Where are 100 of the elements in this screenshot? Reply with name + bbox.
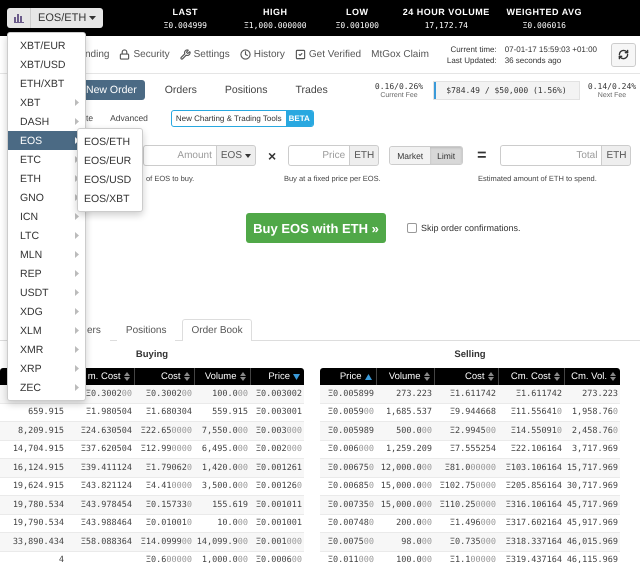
price-field[interactable]: Price xyxy=(288,145,350,166)
order-tab[interactable]: Positions xyxy=(216,80,276,100)
table-cell: Ξ0.007350 xyxy=(328,500,374,510)
menu-item[interactable]: XMR xyxy=(8,340,85,359)
table-cell: Ξ24.630504 xyxy=(80,426,132,436)
nav-link[interactable]: History xyxy=(240,49,285,60)
last-updated: 36 seconds ago xyxy=(504,56,562,64)
nav-link[interactable]: Security xyxy=(119,49,170,60)
last-updated-label: Last Updated: xyxy=(446,56,497,64)
menu-item[interactable]: XBT/USD xyxy=(8,55,85,74)
order-type-toggle[interactable]: Limit xyxy=(430,147,462,164)
checkbox[interactable] xyxy=(407,223,417,233)
unit-label: ETH xyxy=(349,145,380,166)
current-fee: 0.16/0.26% xyxy=(374,82,424,90)
caret-right-icon xyxy=(75,99,79,106)
stat-label: LAST xyxy=(172,6,198,16)
table-cell: Ξ1.611742 xyxy=(450,388,496,399)
table-cell: 10.000 xyxy=(217,518,248,528)
nav-link[interactable]: MtGox Claim xyxy=(371,49,429,60)
refresh-icon xyxy=(618,49,629,60)
table-cell: 14,704.915 xyxy=(12,444,64,454)
table-cell: 1,958.760 xyxy=(572,407,618,418)
table-cell: Ξ0.006750 xyxy=(328,462,374,473)
caret-right-icon xyxy=(75,365,79,372)
table-cell: 273.223 xyxy=(582,388,618,399)
clock-icon xyxy=(240,49,251,60)
order-type-toggle[interactable]: Market xyxy=(390,147,430,164)
menu-item[interactable]: XBT/EUR xyxy=(8,36,85,55)
stat-label: WEIGHTED AVG xyxy=(506,6,582,16)
menu-item[interactable]: ZEC xyxy=(8,378,85,397)
mode-link[interactable]: Advanced xyxy=(110,113,148,123)
table-cell: Ξ39.411124 xyxy=(80,462,132,473)
charting-tools-button[interactable]: New Charting & Trading Tools BETA xyxy=(170,110,314,126)
mode-link[interactable]: te xyxy=(86,113,94,123)
menu-item[interactable]: DASH xyxy=(8,112,85,131)
table-cell: Ξ22.650000 xyxy=(140,426,192,436)
table-cell: Ξ1.611742 xyxy=(516,388,562,399)
menu-item[interactable]: ICN xyxy=(8,207,85,226)
table-cell: Ξ14.550910 xyxy=(510,426,562,436)
unit-select[interactable]: EOS xyxy=(216,145,256,166)
table-cell: Ξ58.088364 xyxy=(80,536,132,547)
submenu-item[interactable]: EOS/USD xyxy=(78,170,142,189)
equals-sign: = xyxy=(477,146,486,164)
table-cell: Ξ4.410000 xyxy=(146,481,192,492)
table-cell: Ξ0.003002 xyxy=(256,388,302,399)
menu-item[interactable]: LTC xyxy=(8,226,85,245)
table-cell: Ξ2.994500 xyxy=(450,426,496,436)
table-cell: Ξ316.106164 xyxy=(506,500,562,510)
table-cell: Ξ0.157330 xyxy=(146,500,192,510)
menu-item[interactable]: XRP xyxy=(8,359,85,378)
table-cell: Ξ14.099900 xyxy=(140,536,192,547)
table-cell: 45,917.969 xyxy=(566,518,618,528)
order-tab[interactable]: Orders xyxy=(156,80,205,100)
table-cell: Ξ1.496000 xyxy=(450,518,496,528)
table-cell: 3,500.000 xyxy=(202,481,248,492)
nav-link[interactable]: nding xyxy=(85,49,110,60)
next-fee: 0.14/0.24% xyxy=(588,82,636,90)
stat-value: Ξ0.004999 xyxy=(164,20,207,30)
table-cell: Ξ43.978454 xyxy=(80,500,132,510)
times-sign: × xyxy=(268,148,276,164)
stat-value: Ξ0.006016 xyxy=(522,20,566,30)
table-cell: Ξ0.001001 xyxy=(256,518,302,528)
table-cell: Ξ0.005899 xyxy=(328,388,374,399)
menu-item[interactable]: REP xyxy=(8,264,85,283)
nav-link[interactable]: Settings xyxy=(180,49,230,60)
caret-right-icon xyxy=(75,289,79,296)
table-cell: 659.915 xyxy=(28,407,64,418)
table-cell: Ξ0.001011 xyxy=(256,500,302,510)
book-tab[interactable]: Order Book xyxy=(182,319,252,341)
table-cell: 6,495.000 xyxy=(202,444,248,454)
caret-right-icon xyxy=(75,270,79,277)
refresh-button[interactable] xyxy=(611,42,636,66)
table-cell: Ξ205.856164 xyxy=(506,481,562,492)
table-cell: 273.223 xyxy=(396,388,432,399)
table-cell: Ξ0.001000 xyxy=(256,536,302,547)
submenu-item[interactable]: EOS/XBT xyxy=(78,189,142,208)
pair-dropdown[interactable]: EOS/ETH xyxy=(31,8,104,28)
table-cell: 1,259.209 xyxy=(386,444,432,454)
table-cell: 1,685.537 xyxy=(386,407,432,418)
menu-item[interactable]: MLN xyxy=(8,245,85,264)
table-cell: Ξ0.300200 xyxy=(146,388,192,399)
stat-value: 17,172.74 xyxy=(424,20,468,30)
table-cell: Ξ317.602164 xyxy=(506,518,562,528)
order-tab[interactable]: Trades xyxy=(287,80,336,100)
table-cell: 100.000 xyxy=(396,555,432,563)
table-cell: 14,099.900 xyxy=(196,536,248,547)
submenu-item[interactable]: EOS/EUR xyxy=(78,151,142,170)
table-cell: 100.000 xyxy=(212,388,248,399)
amount-field[interactable]: Amount xyxy=(143,145,216,166)
current-time: 07-01-17 15:59:03 +01:00 xyxy=(504,44,597,54)
table-cell: Ξ1.980504 xyxy=(86,407,132,418)
nav-link[interactable]: Get Verified xyxy=(294,49,362,60)
table-cell: Ξ0.006000 xyxy=(328,444,374,454)
chart-button[interactable] xyxy=(7,8,31,28)
table-cell: Ξ0.011000 xyxy=(328,555,374,563)
table-cell: Ξ0.006850 xyxy=(328,481,374,492)
menu-item[interactable]: USDT xyxy=(8,283,85,302)
menu-item[interactable]: XDG xyxy=(8,302,85,321)
table-cell: Ξ0.300200 xyxy=(86,388,132,399)
total-field[interactable]: Total xyxy=(500,145,602,166)
